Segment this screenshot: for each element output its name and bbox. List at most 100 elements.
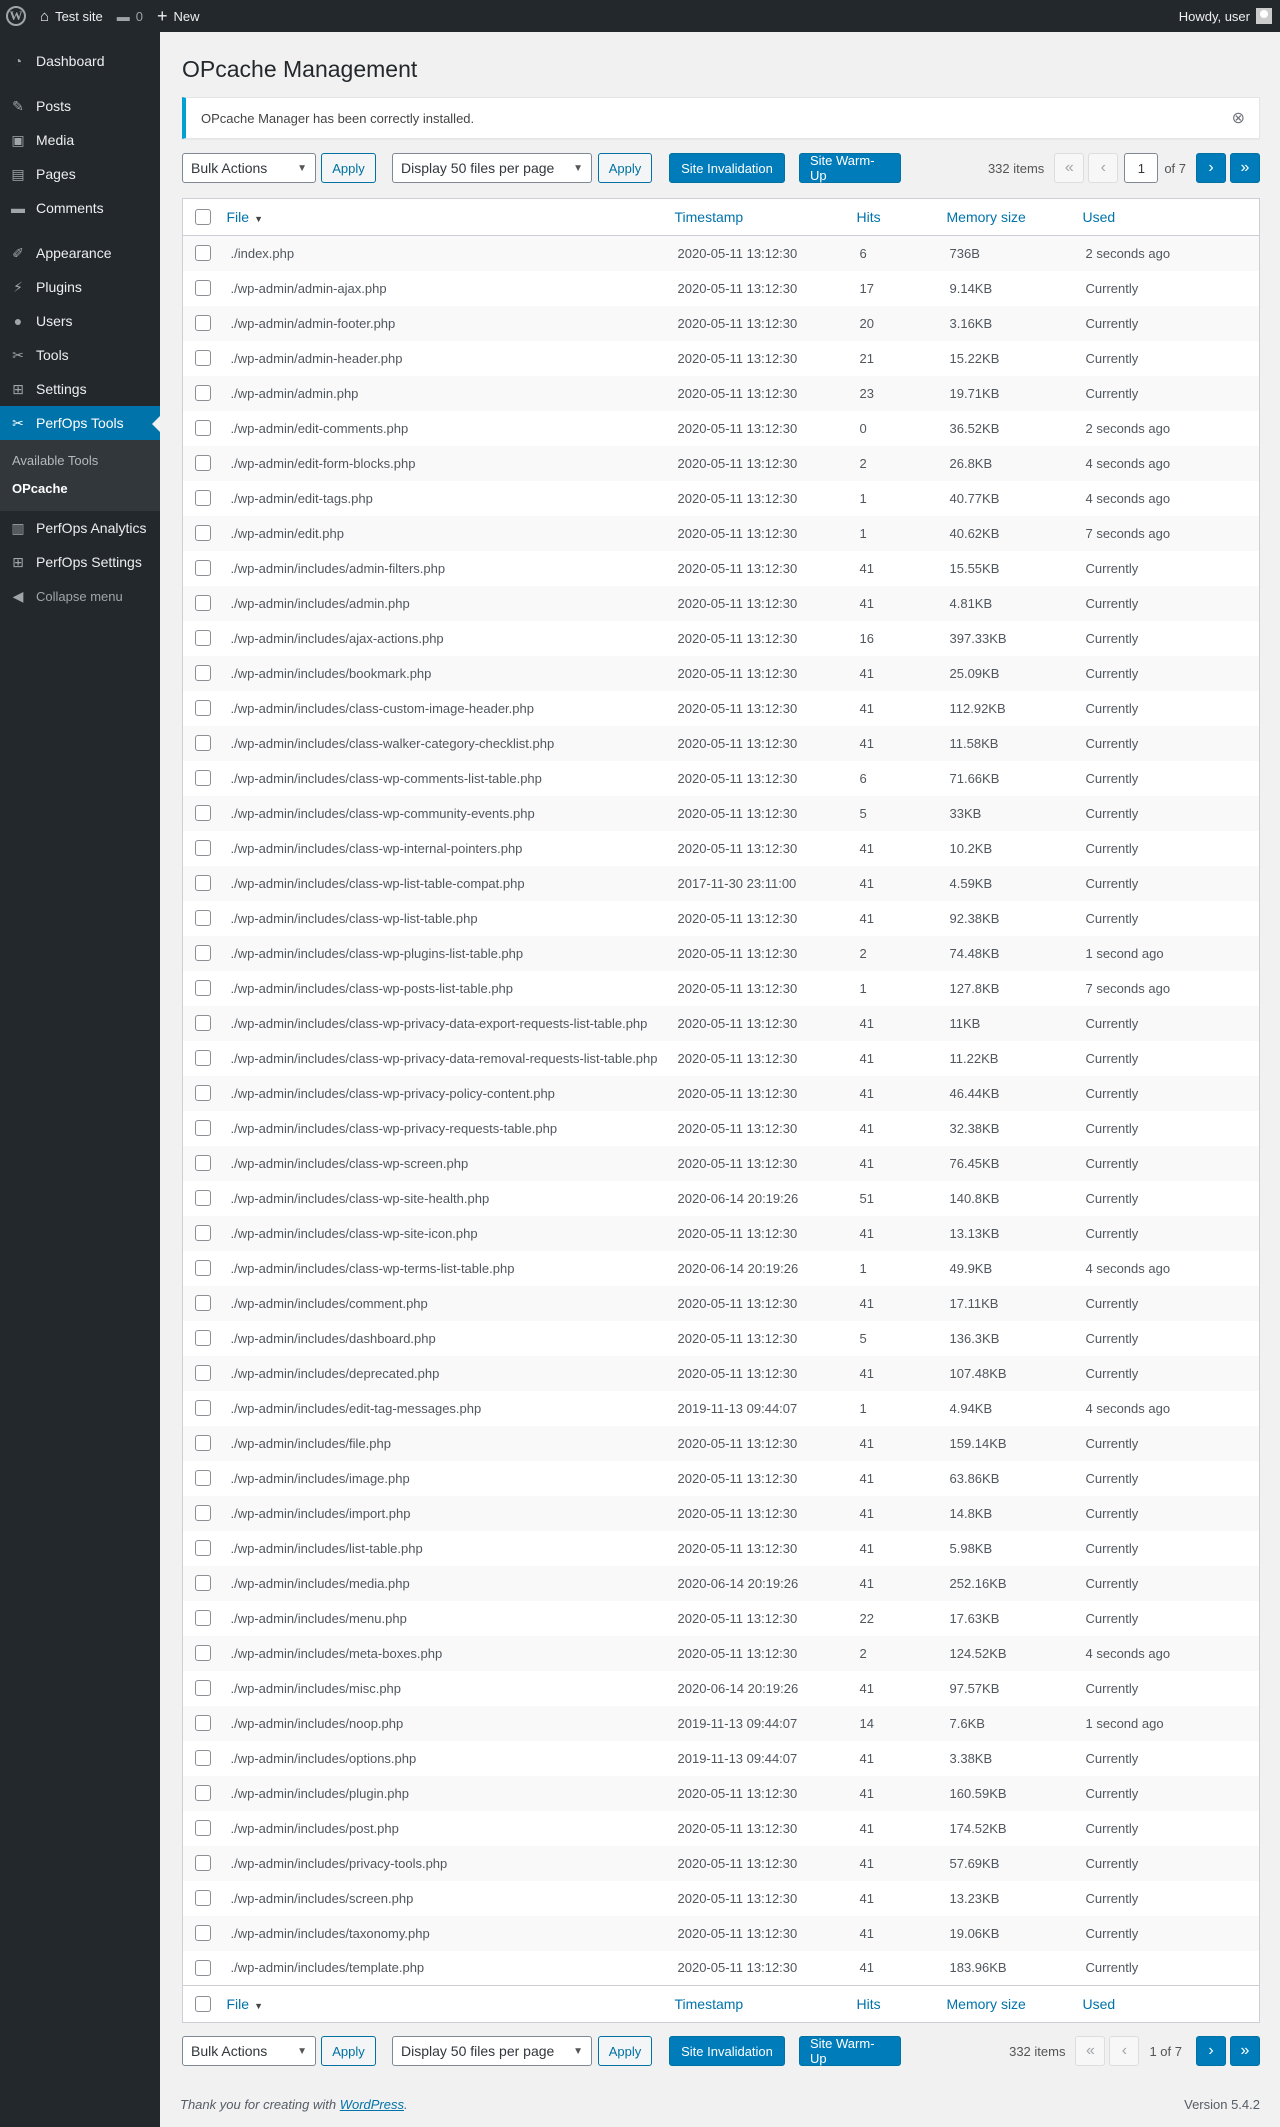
next-page-button[interactable]: › — [1196, 2036, 1226, 2066]
submenu-opcache[interactable]: OPcache — [0, 475, 160, 503]
menu-users[interactable]: ● Users — [0, 304, 160, 338]
row-checkbox[interactable] — [195, 1820, 211, 1836]
wordpress-link[interactable]: WordPress — [340, 2097, 404, 2112]
row-checkbox[interactable] — [195, 1015, 211, 1031]
row-checkbox[interactable] — [195, 840, 211, 856]
column-memory-header[interactable]: Memory size — [947, 199, 1083, 236]
menu-dashboard[interactable]: ◔ Dashboard — [0, 44, 160, 78]
row-checkbox[interactable] — [195, 315, 211, 331]
last-page-button[interactable]: » — [1230, 153, 1260, 183]
site-warmup-button[interactable]: Site Warm-Up — [799, 153, 901, 183]
my-account-menu[interactable]: Howdy, user — [1172, 0, 1280, 32]
menu-tools[interactable]: ✂ Tools — [0, 338, 160, 372]
row-checkbox[interactable] — [195, 1855, 211, 1871]
row-checkbox[interactable] — [195, 770, 211, 786]
row-checkbox[interactable] — [195, 980, 211, 996]
current-page-input[interactable]: 1 — [1124, 153, 1159, 183]
site-invalidation-button[interactable]: Site Invalidation — [669, 153, 785, 183]
row-checkbox[interactable] — [195, 1505, 211, 1521]
row-checkbox[interactable] — [195, 1470, 211, 1486]
select-all-checkbox[interactable] — [195, 1996, 211, 2012]
row-checkbox[interactable] — [195, 1890, 211, 1906]
row-checkbox[interactable] — [195, 1260, 211, 1276]
bulk-actions-select-bottom[interactable]: Bulk Actions ▼ — [182, 2036, 316, 2066]
next-page-button[interactable]: › — [1196, 153, 1226, 183]
row-checkbox[interactable] — [195, 385, 211, 401]
menu-perfops-tools[interactable]: ✂ PerfOps Tools — [0, 406, 160, 440]
wordpress-logo-menu[interactable]: W — [0, 0, 33, 32]
row-checkbox[interactable] — [195, 1750, 211, 1766]
row-checkbox[interactable] — [195, 1785, 211, 1801]
row-checkbox[interactable] — [195, 350, 211, 366]
column-used-footer[interactable]: Used — [1083, 1986, 1260, 2023]
menu-settings[interactable]: ⊞ Settings — [0, 372, 160, 406]
row-checkbox[interactable] — [195, 1225, 211, 1241]
menu-perfops-analytics[interactable]: ▥ PerfOps Analytics — [0, 511, 160, 545]
collapse-menu-button[interactable]: ◀ Collapse menu — [0, 579, 160, 613]
per-page-apply-button-bottom[interactable]: Apply — [598, 2036, 652, 2066]
column-hits-header[interactable]: Hits — [857, 199, 947, 236]
row-checkbox[interactable] — [195, 875, 211, 891]
menu-posts[interactable]: ✎ Posts — [0, 89, 160, 123]
column-file-footer[interactable]: File ▼ — [223, 1986, 675, 2023]
row-checkbox[interactable] — [195, 1400, 211, 1416]
submenu-available-tools[interactable]: Available Tools — [0, 447, 160, 475]
dismiss-notice-icon[interactable]: ⊗ — [1232, 108, 1245, 128]
new-content-menu[interactable]: + New — [150, 0, 207, 32]
row-checkbox[interactable] — [195, 945, 211, 961]
menu-perfops-settings[interactable]: ⊞ PerfOps Settings — [0, 545, 160, 579]
row-checkbox[interactable] — [195, 490, 211, 506]
row-checkbox[interactable] — [195, 560, 211, 576]
select-all-checkbox[interactable] — [195, 209, 211, 225]
menu-plugins[interactable]: ⚡ Plugins — [0, 270, 160, 304]
row-checkbox[interactable] — [195, 805, 211, 821]
last-page-button[interactable]: » — [1230, 2036, 1260, 2066]
column-file-header[interactable]: File ▼ — [223, 199, 675, 236]
row-checkbox[interactable] — [195, 1680, 211, 1696]
per-page-select-bottom[interactable]: Display 50 files per page ▼ — [392, 2036, 592, 2066]
row-checkbox[interactable] — [195, 1190, 211, 1206]
row-checkbox[interactable] — [195, 1120, 211, 1136]
bulk-actions-select[interactable]: Bulk Actions ▼ — [182, 153, 316, 183]
row-checkbox[interactable] — [195, 1050, 211, 1066]
column-used-header[interactable]: Used — [1083, 199, 1260, 236]
site-invalidation-button-bottom[interactable]: Site Invalidation — [669, 2036, 785, 2066]
column-timestamp-header[interactable]: Timestamp — [675, 199, 857, 236]
row-checkbox[interactable] — [195, 665, 211, 681]
row-checkbox[interactable] — [195, 1330, 211, 1346]
row-checkbox[interactable] — [195, 1435, 211, 1451]
row-checkbox[interactable] — [195, 910, 211, 926]
row-checkbox[interactable] — [195, 1715, 211, 1731]
menu-comments[interactable]: ▬ Comments — [0, 191, 160, 225]
row-checkbox[interactable] — [195, 1610, 211, 1626]
row-checkbox[interactable] — [195, 630, 211, 646]
menu-media[interactable]: ▣ Media — [0, 123, 160, 157]
row-checkbox[interactable] — [195, 455, 211, 471]
row-checkbox[interactable] — [195, 595, 211, 611]
bulk-apply-button[interactable]: Apply — [321, 153, 376, 183]
row-checkbox[interactable] — [195, 1155, 211, 1171]
column-memory-footer[interactable]: Memory size — [947, 1986, 1083, 2023]
row-checkbox[interactable] — [195, 420, 211, 436]
column-hits-footer[interactable]: Hits — [857, 1986, 947, 2023]
row-checkbox[interactable] — [195, 280, 211, 296]
row-checkbox[interactable] — [195, 735, 211, 751]
row-checkbox[interactable] — [195, 1925, 211, 1941]
row-checkbox[interactable] — [195, 525, 211, 541]
site-name-menu[interactable]: ⌂ Test site — [33, 0, 110, 32]
menu-pages[interactable]: ▤ Pages — [0, 157, 160, 191]
row-checkbox[interactable] — [195, 1540, 211, 1556]
row-checkbox[interactable] — [195, 700, 211, 716]
row-checkbox[interactable] — [195, 1295, 211, 1311]
row-checkbox[interactable] — [195, 1365, 211, 1381]
menu-appearance[interactable]: ✐ Appearance — [0, 236, 160, 270]
comments-menu[interactable]: ▬ 0 — [110, 0, 150, 32]
row-checkbox[interactable] — [195, 1645, 211, 1661]
per-page-select[interactable]: Display 50 files per page ▼ — [392, 153, 592, 183]
column-timestamp-footer[interactable]: Timestamp — [675, 1986, 857, 2023]
bulk-apply-button-bottom[interactable]: Apply — [321, 2036, 376, 2066]
row-checkbox[interactable] — [195, 1959, 211, 1976]
per-page-apply-button[interactable]: Apply — [598, 153, 652, 183]
row-checkbox[interactable] — [195, 245, 211, 262]
row-checkbox[interactable] — [195, 1085, 211, 1101]
